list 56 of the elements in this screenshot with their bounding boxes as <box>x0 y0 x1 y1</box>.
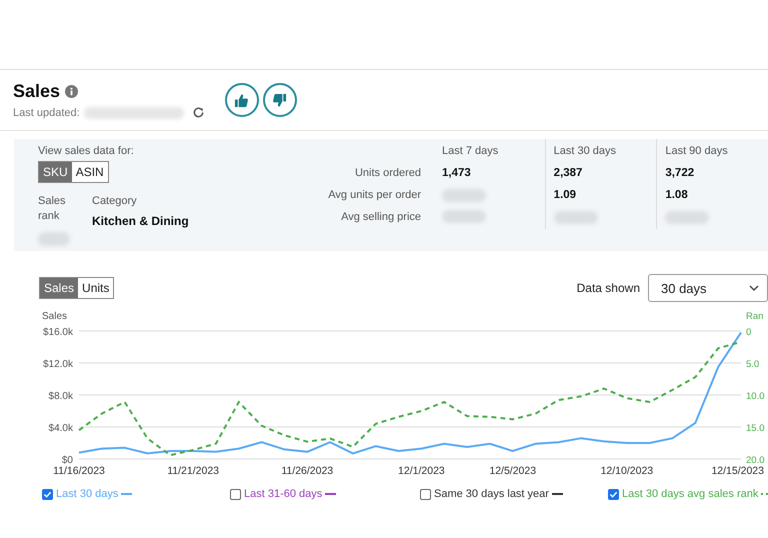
metric-value: 1,473 <box>442 167 472 181</box>
thumbs-up-icon <box>234 92 250 108</box>
axis-label: 12/15/2023 <box>711 465 764 477</box>
axis-label: $4.0k <box>48 423 73 434</box>
checkbox[interactable] <box>230 488 241 500</box>
axis-label: 5.0 <box>746 359 760 370</box>
axis-label: $0 <box>62 455 73 466</box>
metric-label: Units ordered <box>354 167 422 181</box>
metric-value: 1.08 <box>665 189 689 203</box>
thumbs-down-button[interactable] <box>262 83 297 117</box>
data-shown-dropdown[interactable]: 30 days <box>648 274 768 302</box>
period-header: Last 30 days <box>554 145 618 159</box>
axis-label: 12/1/2023 <box>398 465 445 477</box>
metric-label: Avg selling price <box>341 211 422 225</box>
chevron-icon <box>749 284 759 292</box>
toggle-option[interactable]: ASIN <box>72 162 108 182</box>
axis-label: 12/10/2023 <box>600 465 654 477</box>
period-header: Last 90 days <box>665 145 729 159</box>
axis-label: 11/21/2023 <box>167 465 220 477</box>
toggle-option[interactable]: SKU <box>39 162 72 182</box>
legend-label: Last 30 days avg sales rank <box>622 488 758 500</box>
thumbs-down-icon <box>272 92 288 108</box>
legend-label: Same 30 days last year <box>434 488 549 500</box>
view-label: View sales data for: <box>38 145 135 157</box>
metric-label: Avg units per order <box>328 189 422 203</box>
axis-label: $8.0k <box>48 391 73 402</box>
axis-label: $12.0k <box>42 359 73 370</box>
period-header: Last 7 days <box>442 145 500 159</box>
category-value: Kitchen & Dining <box>92 214 189 228</box>
metric-value: 1.09 <box>554 189 578 203</box>
axis-label: 11/26/2023 <box>281 465 334 477</box>
axis-label: 0 <box>746 327 752 338</box>
thumbs-up-button[interactable] <box>224 83 259 117</box>
axis-title: Ran <box>746 311 764 322</box>
metric-value: 3,722 <box>665 167 696 181</box>
axis-label: 11/16/2023 <box>53 465 105 477</box>
axis-title: Sales <box>42 311 68 322</box>
axis-label: $16.0k <box>42 327 73 338</box>
legend-label: Last 30 days <box>56 488 118 500</box>
checkbox[interactable] <box>420 488 431 500</box>
info-icon[interactable] <box>65 85 78 98</box>
category-label: Category <box>92 195 138 207</box>
section-title: Sales <box>13 81 60 102</box>
toggle-option[interactable]: Sales <box>40 278 78 298</box>
refresh-icon[interactable] <box>192 106 205 119</box>
axis-label: 20.0 <box>746 455 764 466</box>
metric-value: 2,387 <box>554 167 584 181</box>
sales-rank-label: Sales rank <box>38 194 67 224</box>
checkbox[interactable] <box>608 488 619 500</box>
axis-label: 15.0 <box>746 423 764 434</box>
data-shown-label: Data shown <box>576 281 640 295</box>
checkbox[interactable] <box>42 488 53 500</box>
last-updated-label: Last updated: <box>13 106 80 118</box>
axis-label: 10.0 <box>746 391 764 402</box>
legend-label: Last 31-60 days <box>244 488 322 500</box>
axis-label: 12/5/2023 <box>489 465 536 477</box>
